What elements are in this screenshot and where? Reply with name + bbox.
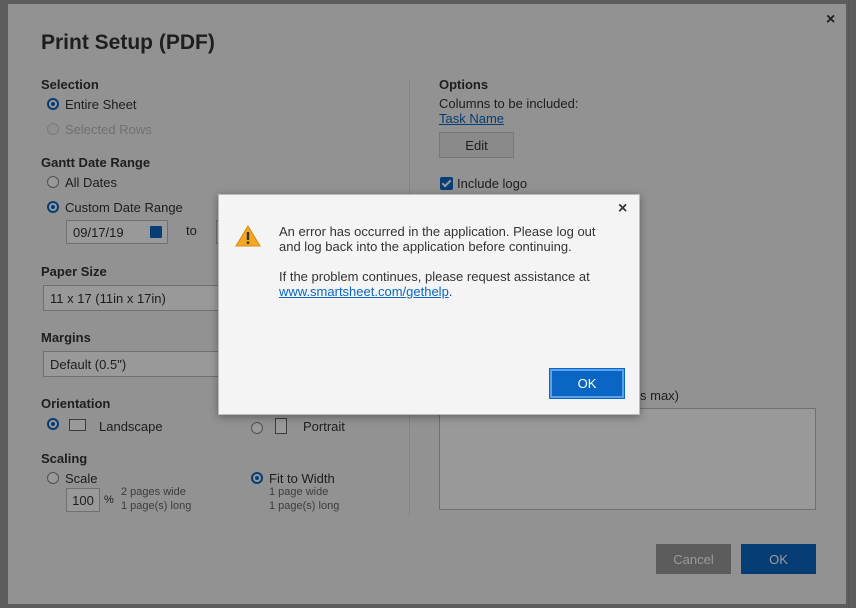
- error-modal: × An error has occurred in the applicati…: [218, 194, 640, 415]
- error-close-icon[interactable]: ×: [618, 201, 627, 217]
- error-ok-button[interactable]: OK: [549, 368, 625, 399]
- gethelp-link[interactable]: www.smartsheet.com/gethelp: [279, 284, 449, 299]
- error-message: An error has occurred in the application…: [279, 224, 599, 299]
- error-message-line2: If the problem continues, please request…: [279, 269, 599, 299]
- error-message-line1: An error has occurred in the application…: [279, 224, 596, 254]
- error-period: .: [448, 284, 453, 299]
- error-assist-text: If the problem continues, please request…: [279, 269, 590, 284]
- warning-icon: [235, 224, 261, 248]
